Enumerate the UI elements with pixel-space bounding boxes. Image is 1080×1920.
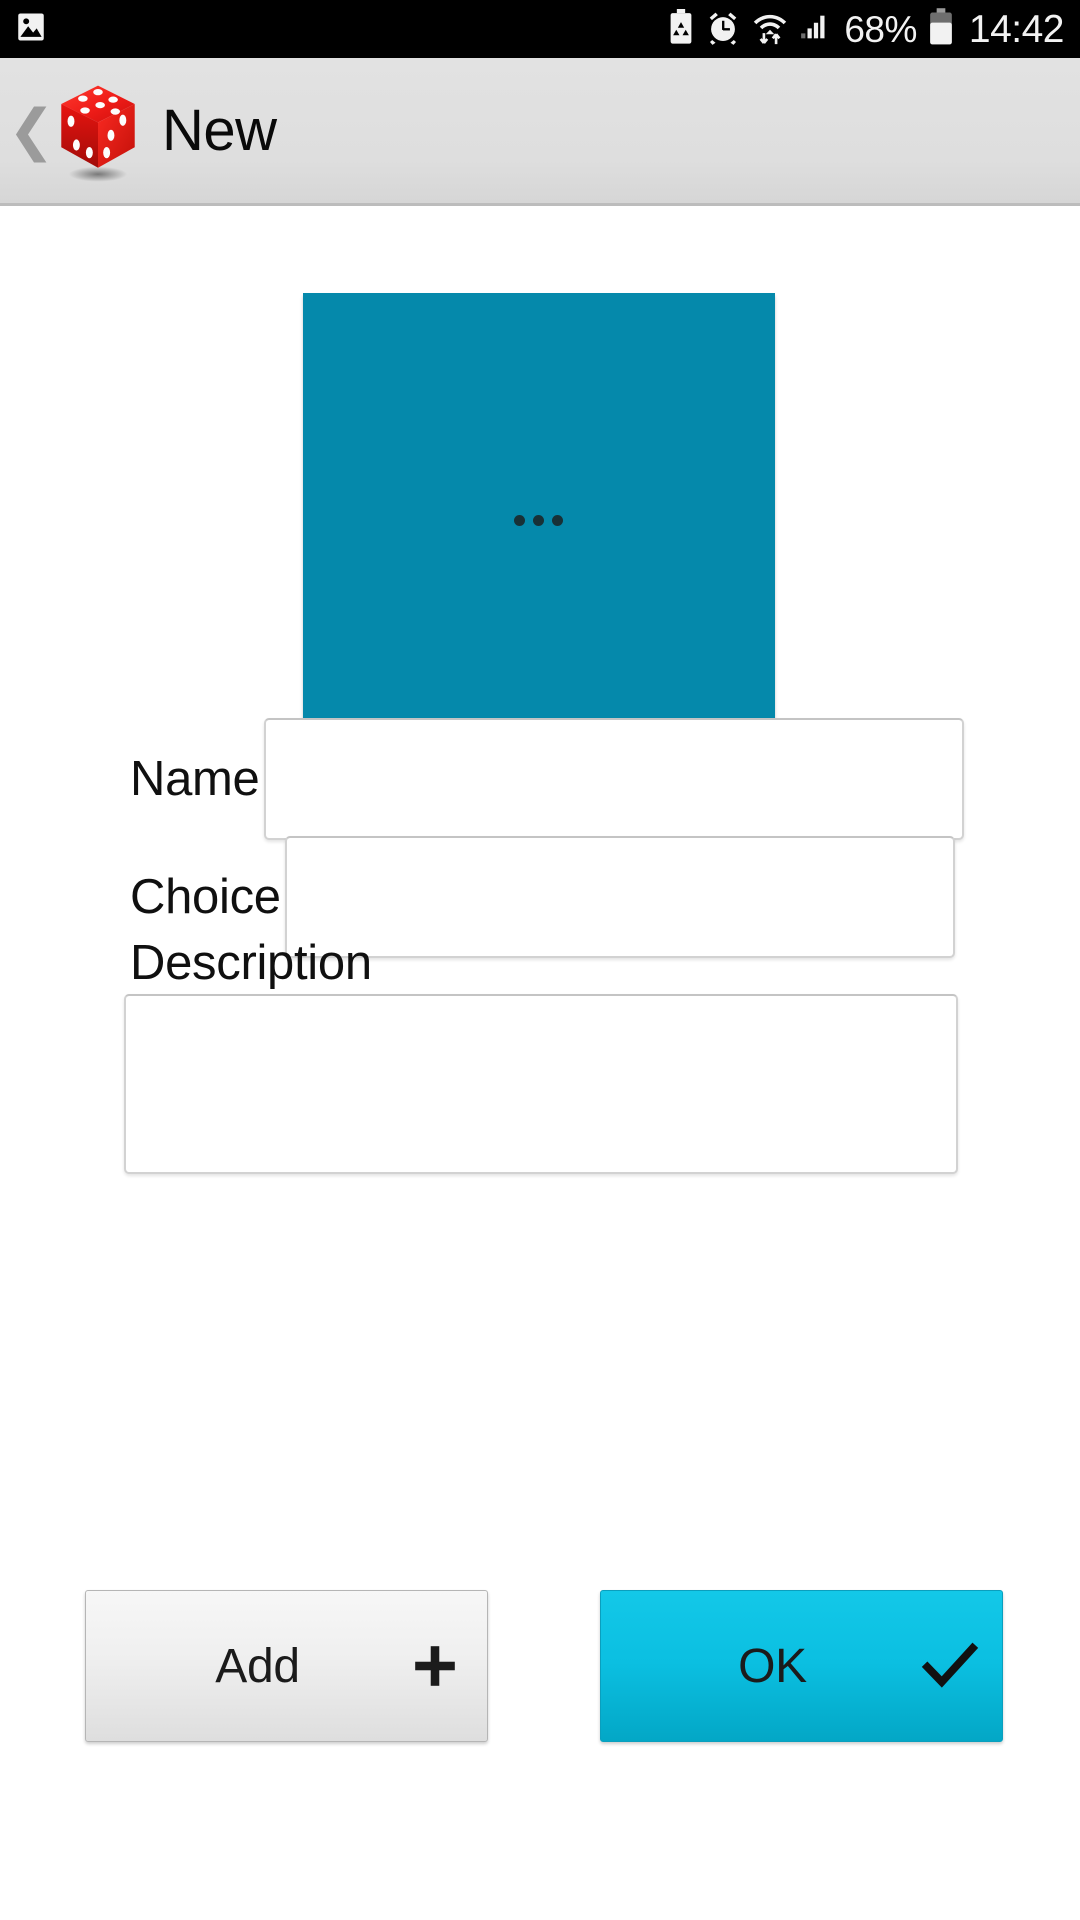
status-bar-right-icons: 68% 14:42 [668,7,1080,51]
page-title: New [162,98,277,163]
alarm-clock-icon [705,9,741,50]
choice-input[interactable] [284,836,955,958]
description-textarea[interactable] [124,994,958,1174]
status-bar-left-icons [0,10,48,49]
status-bar-clock: 14:42 [968,7,1065,51]
description-field-label: Description [130,936,372,990]
image-placeholder[interactable] [303,293,775,768]
ellipsis-icon [514,515,563,526]
app-header-bar: ❮ New [0,58,1080,206]
battery-percent-label: 68% [844,8,917,50]
choice-field-label: Choice [130,870,281,924]
plus-icon [383,1639,487,1693]
red-dice-icon [61,85,135,182]
name-field-row: Name [130,718,964,840]
add-button-label: Add [215,1639,300,1693]
check-icon [898,1637,1002,1695]
add-button[interactable]: Add [85,1590,488,1742]
image-photo-icon [14,10,48,49]
name-input[interactable] [263,718,964,840]
battery-saver-icon [668,8,694,50]
form-content: Name Choice Description Add OK [0,209,1080,1920]
name-field-label: Name [130,752,260,806]
cellular-signal-icon [799,10,833,49]
ok-button[interactable]: OK [600,1590,1003,1742]
status-bar: 68% 14:42 [0,0,1080,58]
battery-icon [928,7,954,51]
wifi-data-transfer-icon [752,9,788,50]
ok-button-label: OK [738,1639,807,1693]
